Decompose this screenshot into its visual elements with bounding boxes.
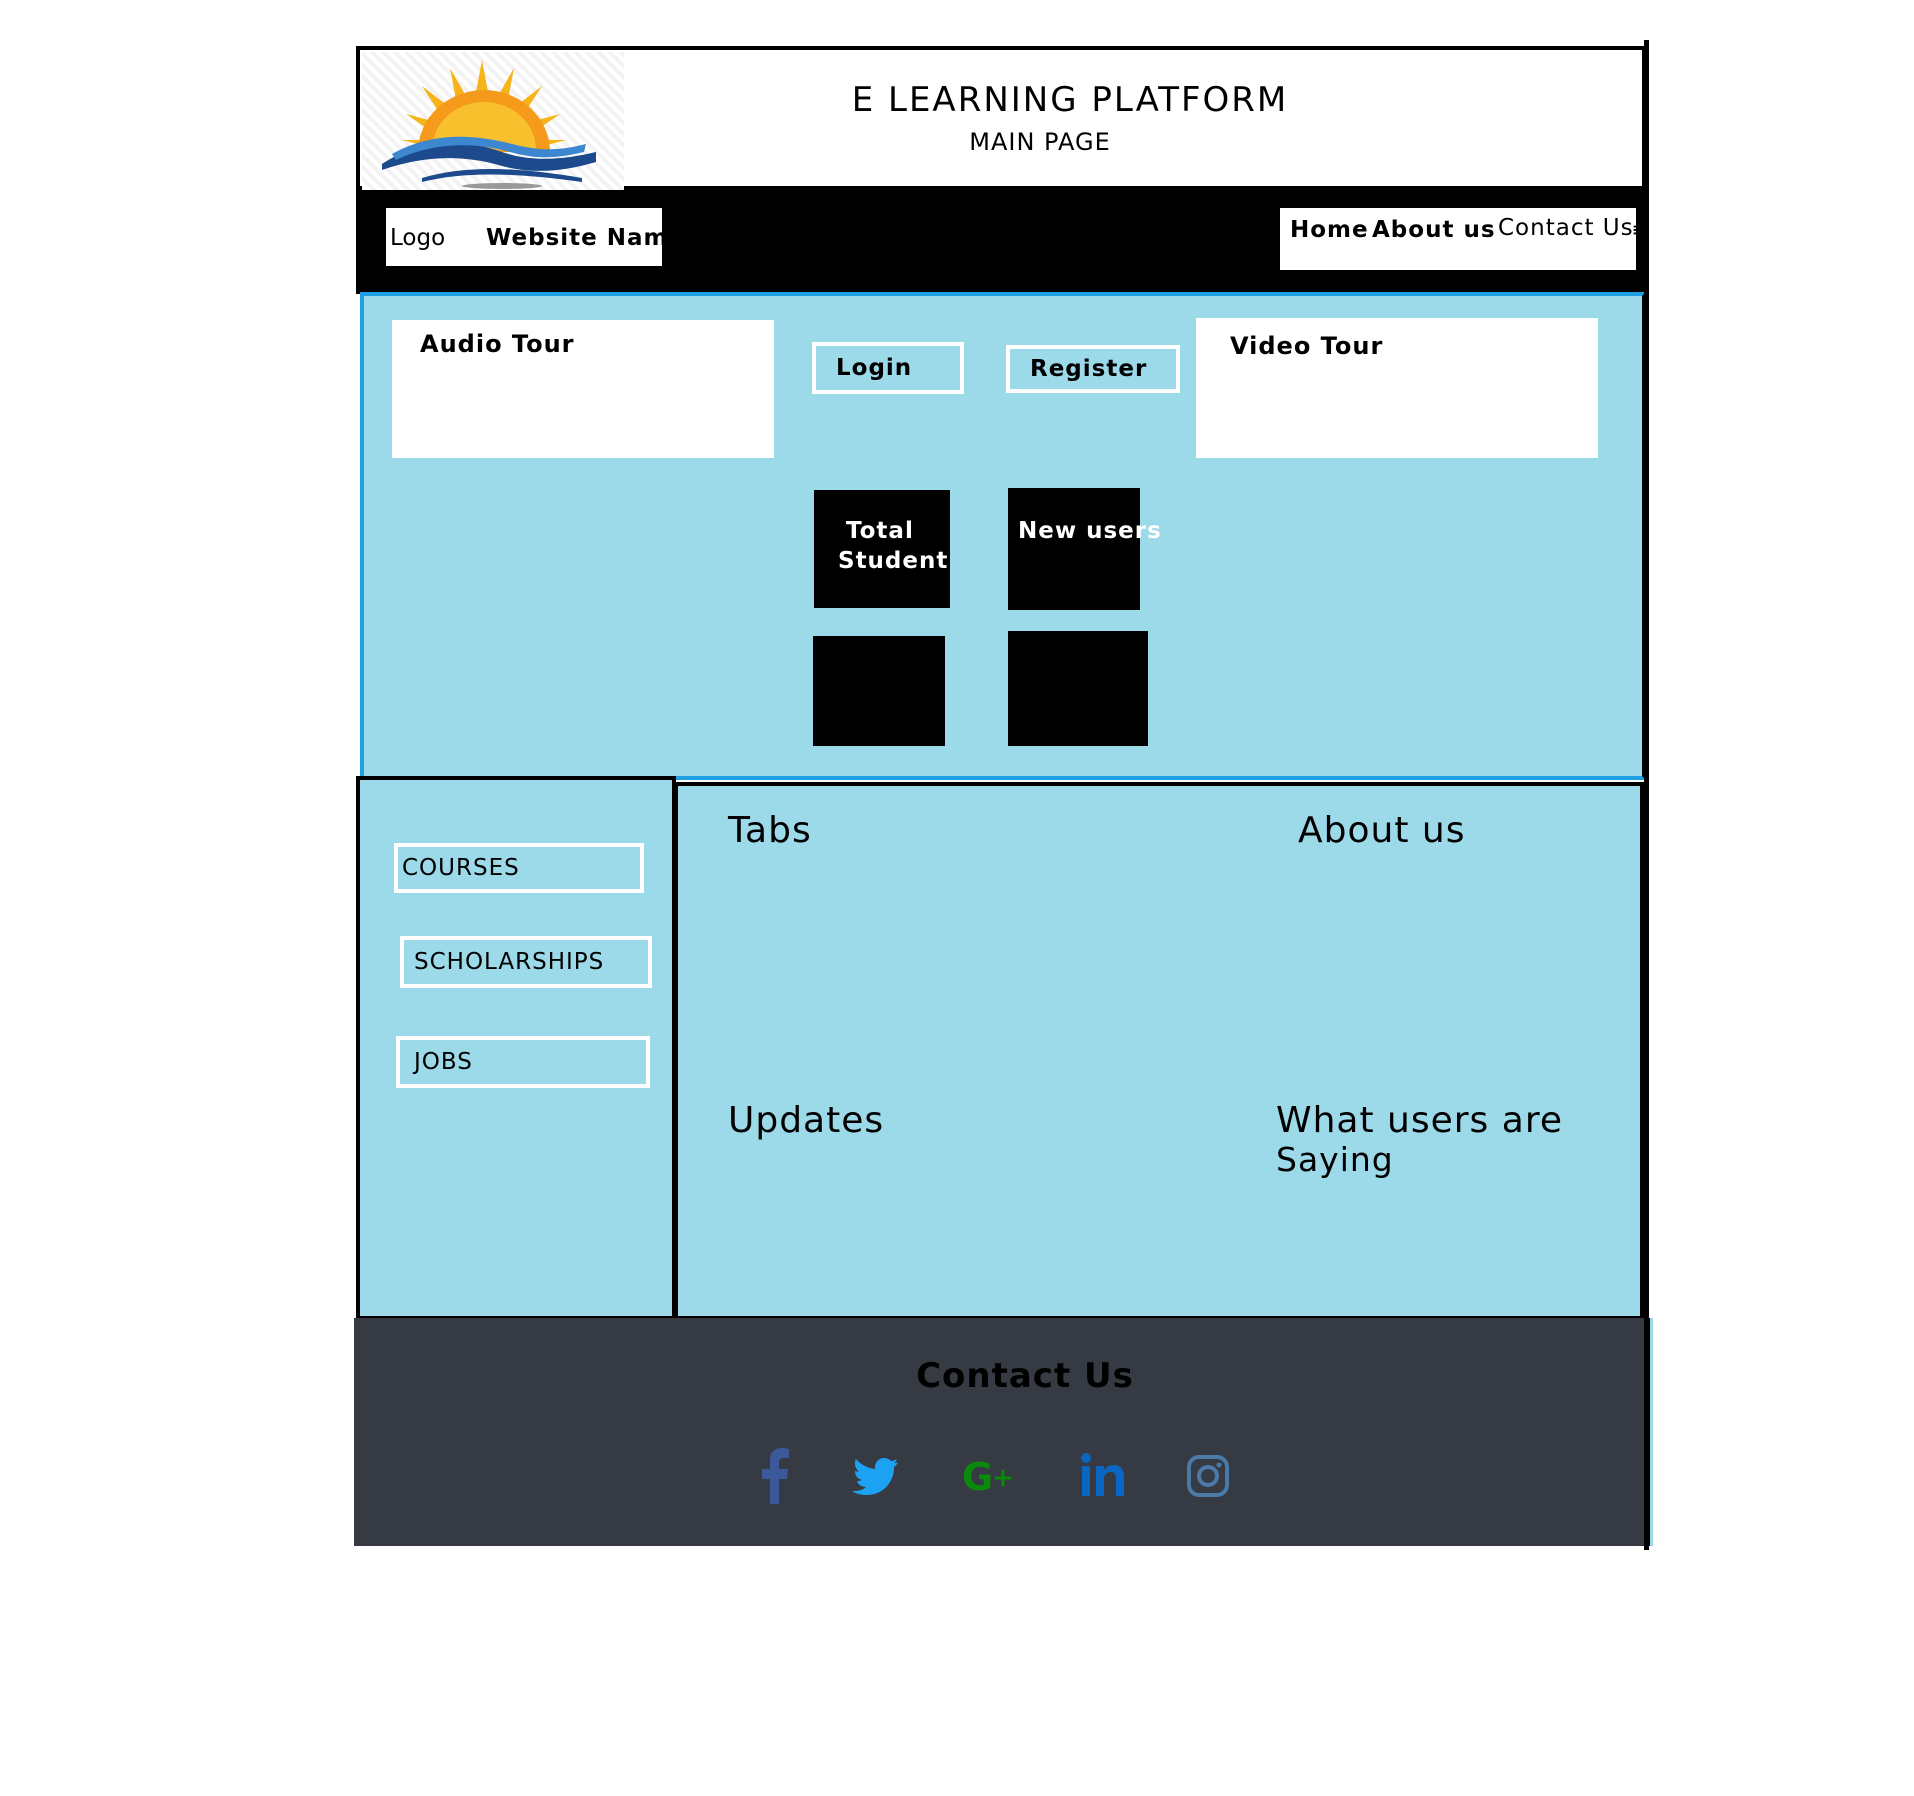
nav-link-contact[interactable]: Contact Us — [1498, 215, 1634, 241]
svg-text:G: G — [962, 1455, 993, 1499]
stat-new-users: New users — [1008, 488, 1161, 610]
sunrise-waves-logo-icon — [382, 60, 596, 189]
instagram-icon[interactable] — [1186, 1448, 1230, 1504]
page-right-border — [1644, 40, 1649, 1550]
about-us-heading: About us — [1298, 810, 1466, 851]
video-tour-label: Video Tour — [1230, 332, 1384, 360]
main-content — [674, 782, 1644, 1320]
stat-box-empty — [1008, 631, 1148, 746]
page-title: E LEARNING PLATFORM — [851, 80, 1289, 120]
stat-total-label-line2: Student — [838, 548, 949, 574]
nav-link-home[interactable]: Home — [1290, 217, 1369, 243]
footer-edge — [1650, 1318, 1653, 1546]
login-button[interactable]: Login — [812, 342, 964, 394]
testimonials-heading-line2: Saying — [1276, 1140, 1394, 1179]
website-name-label[interactable]: Website Name — [486, 225, 685, 251]
footer-title: Contact Us — [916, 1356, 1134, 1396]
google-plus-icon[interactable]: G + — [962, 1448, 1020, 1504]
stat-total-student: Total Student — [814, 490, 950, 608]
stat-total-label-line1: Total — [846, 518, 914, 544]
updates-heading: Updates — [728, 1100, 885, 1141]
sidebar-item-jobs[interactable]: JOBS — [396, 1036, 650, 1088]
site-logo[interactable] — [362, 52, 624, 192]
testimonials-heading: What users are — [1276, 1100, 1563, 1141]
linkedin-icon[interactable] — [1080, 1448, 1126, 1504]
twitter-icon[interactable] — [852, 1448, 900, 1504]
register-button[interactable]: Register — [1006, 345, 1180, 393]
audio-tour-label: Audio Tour — [420, 330, 575, 358]
page-subtitle: MAIN PAGE — [969, 128, 1111, 156]
nav-link-about[interactable]: About us — [1372, 217, 1496, 243]
sidebar-item-courses[interactable]: COURSES — [394, 843, 644, 893]
footer — [354, 1318, 1650, 1546]
stat-new-users-label: New users — [1018, 518, 1162, 544]
stat-box-empty — [813, 636, 945, 746]
facebook-icon[interactable] — [760, 1448, 790, 1504]
brand-logo-label[interactable]: Logo — [390, 225, 445, 251]
svg-text:+: + — [992, 1463, 1014, 1493]
sidebar-item-scholarships[interactable]: SCHOLARSHIPS — [400, 936, 652, 988]
tabs-heading: Tabs — [728, 810, 812, 851]
